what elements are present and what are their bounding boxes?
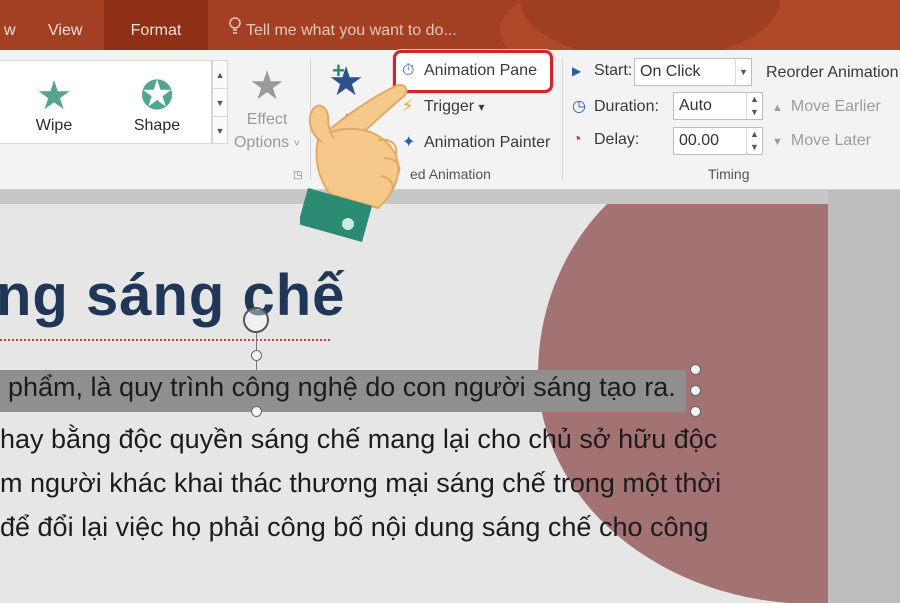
effect-options-label: Effect [246,111,288,128]
move-later-label: Move Later [790,132,871,149]
gallery-item-wipe[interactable]: ★ Wipe [14,75,94,135]
effect-options-button[interactable]: ★ Effect Options ˅ [232,64,302,156]
duration-label-row: ◷ Duration: [572,96,659,116]
resize-handle[interactable] [251,406,262,417]
delay-clock-icon: ◔ [572,131,582,148]
animation-pane-label: Animation Pane [424,62,537,79]
tell-me-text: Tell me what you want to do... [246,22,457,39]
effect-options-label: Options [233,134,290,151]
delay-label-row: ◔ Delay: [572,131,639,149]
resize-handle[interactable] [690,406,701,417]
star-icon: ★ [249,64,285,108]
tab-partial[interactable]: w [0,0,30,50]
selected-text-line[interactable]: phẩm, là quy trình công nghệ do con ngườ… [8,372,676,403]
arrow-up-icon: ▲ [772,102,783,114]
gallery-scroll: ▲ ▼ ▼ [212,60,228,144]
group-label-timing: Timing [708,166,750,182]
duration-value: Auto [679,97,712,114]
group-divider [562,58,563,180]
slide-title[interactable]: ng sáng chế [0,262,345,329]
gallery-item-label: Shape [133,117,181,134]
slide-canvas[interactable]: ng sáng chế phẩm, là quy trình công nghệ… [0,204,828,603]
reorder-animation-heading: Reorder Animation [766,64,899,81]
start-label: Start: [594,62,633,79]
resize-handle[interactable] [251,350,262,361]
star-icon: ✪ [140,74,174,118]
tab-view[interactable]: View [34,0,96,50]
play-icon: ▶ [572,64,582,78]
spinner-arrows-icon[interactable]: ▲ ▼ [746,93,762,119]
clock-icon: ◷ [572,98,586,115]
star-icon: ★ [36,74,72,118]
animation-painter-label: Animation Painter [424,134,551,151]
start-select[interactable]: On Click ▼ [634,58,752,86]
body-text-line[interactable]: để đổi lại việc họ phải công bố nội dung… [0,512,709,543]
delay-value: 00.00 [679,132,720,149]
duration-label: Duration: [594,98,659,115]
gallery-item-label: Wipe [35,117,73,134]
duration-spinner[interactable]: Auto ▲ ▼ [673,92,763,120]
delay-spinner[interactable]: 00.00 ▲ ▼ [673,127,763,155]
delay-label: Delay: [594,131,640,148]
scroll-up-icon[interactable]: ▲ [213,61,227,89]
title-bar-decoration [520,0,780,50]
start-value: On Click [640,63,701,80]
move-earlier-button[interactable]: ▲ Move Earlier [772,98,881,116]
ribbon: ★ Wipe ✪ Shape ▲ ▼ ▼ ★ Effect Options ˅ … [0,50,900,190]
resize-handle[interactable] [690,385,701,396]
pointing-hand-icon [300,84,408,242]
ribbon-tab-strip: w View Format Tell me what you want to d… [0,0,900,50]
resize-handle[interactable] [690,364,701,375]
gallery-more-icon[interactable]: ▼ [213,117,227,145]
chevron-down-icon: ▾ [478,100,485,114]
chevron-down-icon[interactable]: ▼ [735,59,751,85]
scroll-down-icon[interactable]: ▼ [213,89,227,117]
start-label-row: ▶ Start: [572,62,632,80]
move-earlier-label: Move Earlier [790,98,881,115]
workspace-margin [828,190,900,603]
lightbulb-icon [228,0,242,50]
gallery-item-shape[interactable]: ✪ Shape [117,75,197,135]
spellcheck-underline [0,337,330,341]
move-later-button[interactable]: ▼ Move Later [772,132,871,150]
animation-gallery: ★ Wipe ✪ Shape [0,60,212,144]
arrow-down-icon: ▼ [772,136,783,148]
tell-me-search[interactable]: Tell me what you want to do... [228,0,457,50]
body-text-line[interactable]: m người khác khai thác thương mại sáng c… [0,468,721,499]
tab-format[interactable]: Format [104,0,208,50]
rotate-handle-icon[interactable] [243,307,269,333]
spinner-arrows-icon[interactable]: ▲ ▼ [746,128,762,154]
slide-workspace: ng sáng chế phẩm, là quy trình công nghệ… [0,190,900,603]
body-text-line[interactable]: hay bằng độc quyền sáng chế mang lại cho… [0,424,717,455]
